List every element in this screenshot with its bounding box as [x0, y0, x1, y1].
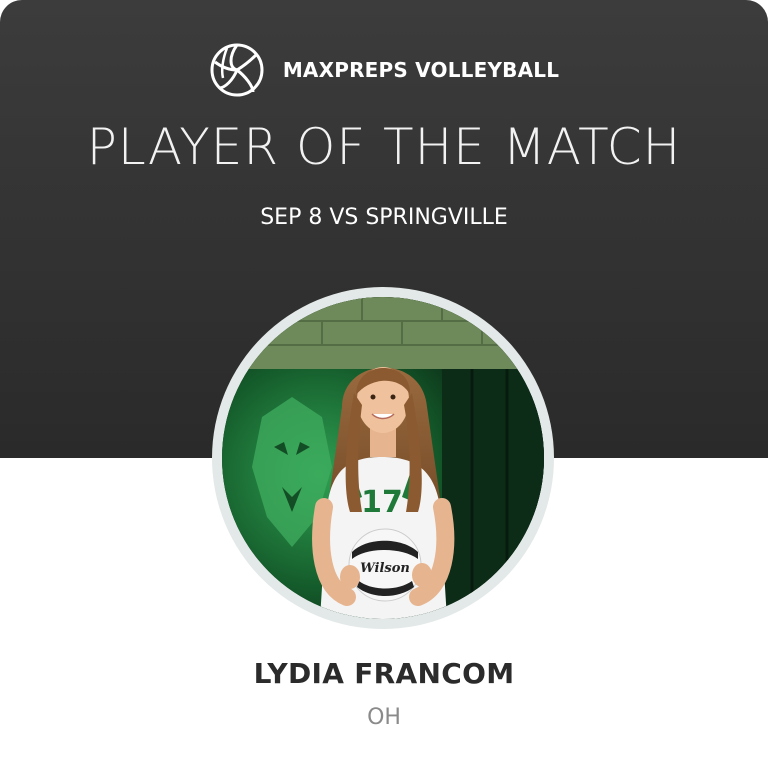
brand-name: MAXPREPS VOLLEYBALL [282, 58, 560, 82]
page-title: PLAYER OF THE MATCH [86, 118, 682, 176]
player-photo: 17 Wilson [222, 297, 544, 619]
svg-text:Wilson: Wilson [360, 561, 410, 576]
jersey-number: 17 [361, 485, 403, 520]
match-info: SEP 8 VS SPRINGVILLE [260, 205, 508, 230]
player-of-match-card: MAXPREPS VOLLEYBALL PLAYER OF THE MATCH … [0, 0, 768, 779]
brand: MAXPREPS VOLLEYBALL [0, 42, 768, 98]
player-name: LYDIA FRANCOM [253, 657, 515, 690]
volleyball-icon [210, 43, 264, 97]
player-position: OH [367, 705, 401, 730]
player-photo-illustration: 17 Wilson [222, 297, 544, 619]
